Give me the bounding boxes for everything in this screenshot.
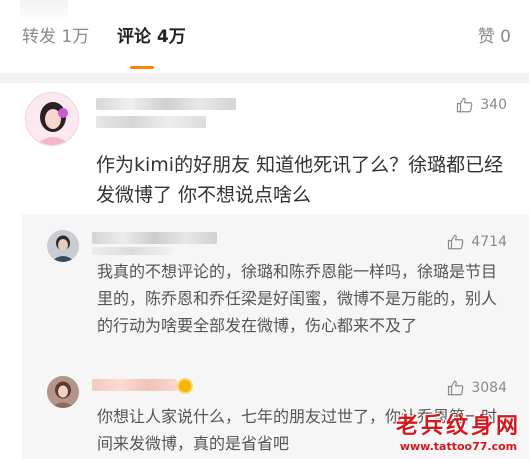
reply-text: 我真的不想评论的，徐璐和陈乔恩能一样吗，徐璐是节目里的，陈乔恩和乔任梁是好闺蜜，…	[97, 262, 498, 335]
tab-comments[interactable]: 评论 4万	[117, 26, 186, 48]
reply-meta-blurred	[92, 247, 172, 255]
commenter-avatar[interactable]	[25, 92, 79, 146]
tab-repost[interactable]: 转发 1万	[22, 26, 89, 48]
comment-text: 作为kimi的好朋友 知道他死讯了么？徐璐都已经发微博了 你不想说点啥么	[96, 154, 504, 206]
blurred-area	[20, 0, 68, 22]
thumbs-up-icon	[448, 234, 464, 250]
reply-avatar[interactable]	[47, 376, 79, 408]
comment-tabs: 转发 1万 评论 4万 赞 0	[0, 0, 529, 74]
thumbs-up-icon	[448, 380, 464, 396]
comment-like-count: 340	[480, 97, 507, 113]
reply-author-blurred	[92, 379, 177, 391]
tab-likes[interactable]: 赞 0	[478, 26, 511, 48]
watermark-url: www.tattoo77.com	[399, 440, 518, 453]
commenter-meta-blurred	[96, 116, 206, 128]
vip-badge-icon	[177, 378, 193, 394]
reply-like-button[interactable]: 4714	[447, 233, 507, 251]
watermark-title: 老兵纹身网	[395, 414, 521, 439]
reply-like-count: 3084	[471, 380, 507, 396]
reply-like-count: 4714	[471, 234, 507, 250]
reply-like-button[interactable]: 3084	[447, 379, 507, 397]
watermark: 老兵纹身网 www.tattoo77.com	[396, 414, 521, 453]
section-divider	[0, 73, 529, 83]
commenter-name-blurred	[96, 98, 236, 110]
reply-author-blurred	[92, 232, 217, 244]
active-tab-indicator	[130, 66, 154, 69]
comment-like-button[interactable]: 340	[456, 96, 507, 114]
thumbs-up-icon	[457, 97, 473, 113]
reply-avatar[interactable]	[47, 230, 79, 262]
